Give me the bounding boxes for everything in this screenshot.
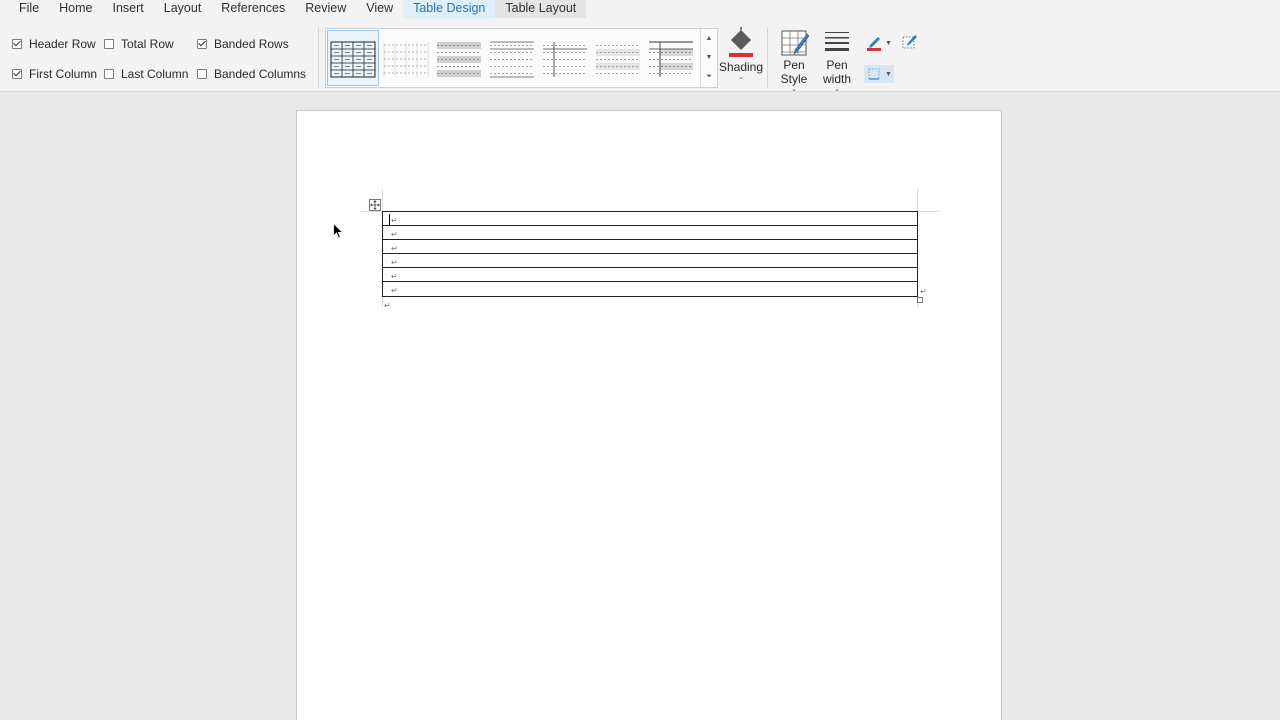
- ribbon-tabs: File Home Insert Layout References Revie…: [0, 0, 1280, 22]
- first-column-label: First Column: [29, 67, 98, 81]
- tab-layout[interactable]: Layout: [154, 0, 212, 18]
- pen-width-icon: [825, 32, 849, 51]
- tab-table-design[interactable]: Table Design: [403, 0, 496, 18]
- pen-style-button[interactable]: Pen Style ⌄: [776, 28, 812, 93]
- table-style-first-column[interactable]: [540, 31, 590, 85]
- borders-button[interactable]: ▼: [864, 65, 894, 83]
- table-row-border: [383, 267, 917, 268]
- document-page[interactable]: ↵ ↵ ↵ ↵ ↵ ↵ ↵ ↵: [296, 110, 1002, 720]
- shading-label: Shading: [718, 60, 764, 74]
- paragraph-mark-icon: ↵: [384, 301, 391, 310]
- paragraph-mark-icon: ↵: [391, 244, 398, 253]
- borders-icon: [868, 68, 880, 80]
- total-row-checkbox[interactable]: [104, 39, 114, 49]
- tab-view[interactable]: View: [356, 0, 403, 18]
- draw-table-icon: [902, 35, 917, 49]
- banded-columns-checkbox[interactable]: [197, 69, 207, 79]
- paragraph-mark-icon: ↵: [391, 216, 398, 225]
- gallery-up-icon[interactable]: ▲: [706, 35, 713, 42]
- total-row-option[interactable]: Total Row: [104, 37, 174, 51]
- tab-references[interactable]: References: [211, 0, 295, 18]
- shading-button[interactable]: Shading ⌄: [718, 26, 764, 81]
- tab-review[interactable]: Review: [295, 0, 356, 18]
- table-style-plain-1[interactable]: [381, 31, 431, 85]
- pen-style-label-1: Pen: [783, 58, 805, 72]
- tab-insert[interactable]: Insert: [103, 0, 154, 18]
- table-resize-handle[interactable]: [917, 297, 923, 303]
- tab-file[interactable]: File: [9, 0, 49, 18]
- draw-table-button[interactable]: [901, 34, 919, 52]
- table-row-border: [383, 225, 917, 226]
- table-style-light-bands[interactable]: [593, 31, 643, 85]
- pen-style-label-2: Style: [780, 72, 808, 86]
- tab-table-layout[interactable]: Table Layout: [495, 0, 587, 18]
- shading-bucket-icon: [729, 27, 753, 57]
- paragraph-mark-icon: ↵: [391, 258, 398, 267]
- table-style-lines[interactable]: [487, 31, 537, 85]
- chevron-down-icon: ⌄: [738, 74, 744, 81]
- pen-color-icon: [867, 37, 881, 51]
- gallery-scroll: ▲ ▼ ⏷: [700, 29, 717, 87]
- first-column-checkbox[interactable]: [12, 69, 22, 79]
- header-row-option[interactable]: Header Row: [12, 37, 96, 51]
- chevron-down-icon: ▼: [885, 39, 892, 47]
- table-row-border: [383, 239, 917, 240]
- pen-width-label-1: Pen: [826, 58, 848, 72]
- banded-rows-label: Banded Rows: [214, 37, 289, 51]
- table-style-header-accent[interactable]: [646, 31, 696, 85]
- table-row-border: [383, 253, 917, 254]
- gallery-down-icon[interactable]: ▼: [706, 54, 713, 61]
- pen-width-button[interactable]: Pen width ⌄: [818, 28, 856, 93]
- text-caret: [389, 214, 390, 225]
- document-table[interactable]: ↵ ↵ ↵ ↵ ↵ ↵: [382, 211, 918, 297]
- last-column-option[interactable]: Last Column: [104, 67, 188, 81]
- first-column-option[interactable]: First Column: [12, 67, 97, 81]
- chevron-down-icon: ⌄: [834, 86, 840, 93]
- table-styles-gallery: ▲ ▼ ⏷: [325, 28, 718, 88]
- paragraph-mark-icon: ↵: [391, 286, 398, 295]
- table-row-border: [383, 281, 917, 282]
- paragraph-mark-icon: ↵: [920, 287, 927, 296]
- table-move-handle-icon[interactable]: [369, 199, 381, 211]
- total-row-label: Total Row: [121, 37, 174, 51]
- table-style-grid[interactable]: [327, 30, 379, 86]
- pen-width-label-2: width: [822, 72, 851, 86]
- banded-rows-option[interactable]: Banded Rows: [197, 37, 289, 51]
- pen-style-icon: [781, 30, 809, 56]
- banded-columns-label: Banded Columns: [214, 67, 307, 81]
- banded-rows-checkbox[interactable]: [197, 39, 207, 49]
- table-style-shaded-rows[interactable]: [434, 31, 484, 85]
- gallery-more-icon[interactable]: ⏷: [706, 73, 712, 81]
- banded-columns-option[interactable]: Banded Columns: [197, 67, 306, 81]
- last-column-label: Last Column: [121, 67, 189, 81]
- chevron-down-icon: ▼: [885, 70, 892, 78]
- last-column-checkbox[interactable]: [104, 69, 114, 79]
- header-row-label: Header Row: [29, 37, 96, 51]
- chevron-down-icon: ⌄: [791, 86, 797, 93]
- paragraph-mark-icon: ↵: [391, 230, 398, 239]
- ribbon-separator-2: [767, 28, 768, 88]
- mouse-cursor-icon: [333, 223, 343, 239]
- header-row-checkbox[interactable]: [12, 39, 22, 49]
- paragraph-mark-icon: ↵: [391, 272, 398, 281]
- tab-home[interactable]: Home: [49, 0, 102, 18]
- pen-color-button[interactable]: ▼: [865, 34, 895, 52]
- ribbon: Header Row Total Row Banded Rows First C…: [0, 22, 1280, 93]
- ribbon-separator: [318, 28, 319, 88]
